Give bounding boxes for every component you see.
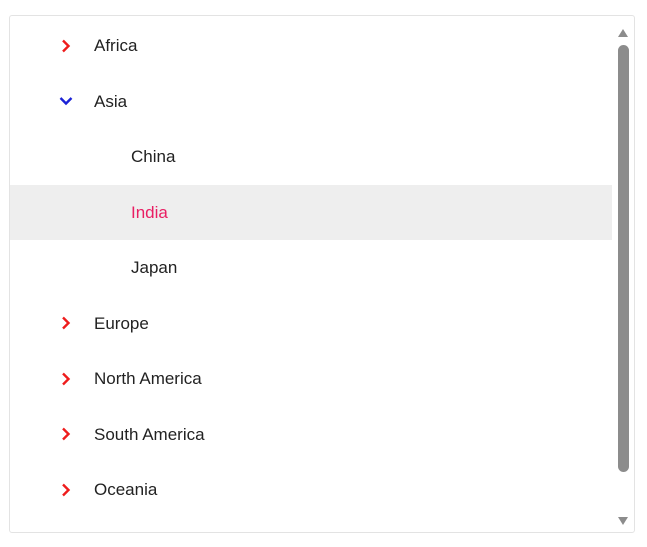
tree-node-china[interactable]: China xyxy=(10,129,612,185)
scroll-down-icon[interactable] xyxy=(617,513,629,525)
tree-node-label: North America xyxy=(94,369,202,389)
chevron-right-icon[interactable] xyxy=(58,315,74,331)
tree-node-europe[interactable]: Europe xyxy=(10,296,612,352)
tree-list: Africa Asia China India Japan Europe Nor… xyxy=(10,18,612,518)
tree-node-india[interactable]: India xyxy=(10,184,612,240)
tree-node-label: Africa xyxy=(94,36,138,56)
tree-node-label: Japan xyxy=(131,258,178,278)
tree-node-label: Europe xyxy=(94,313,149,333)
tree-node-label: Oceania xyxy=(94,480,158,500)
chevron-right-icon[interactable] xyxy=(58,371,74,387)
tree-node-label: China xyxy=(131,147,176,167)
tree-node-japan[interactable]: Japan xyxy=(10,240,612,296)
tree-node-africa[interactable]: Africa xyxy=(10,18,612,74)
tree-node-asia[interactable]: Asia xyxy=(10,74,612,130)
scroll-thumb[interactable] xyxy=(618,45,629,472)
chevron-right-icon[interactable] xyxy=(58,482,74,498)
tree-node-oceania[interactable]: Oceania xyxy=(10,462,612,518)
tree-node-label: South America xyxy=(94,424,205,444)
tree-node-south-america[interactable]: South America xyxy=(10,407,612,463)
tree-node-label: India xyxy=(131,202,168,222)
tree-node-label: Asia xyxy=(94,91,128,111)
tree-node-north-america[interactable]: North America xyxy=(10,351,612,407)
chevron-right-icon[interactable] xyxy=(58,38,74,54)
vertical-scrollbar[interactable] xyxy=(614,16,632,532)
tree-view: Africa Asia China India Japan Europe Nor… xyxy=(9,15,635,533)
chevron-down-icon[interactable] xyxy=(58,93,74,109)
chevron-right-icon[interactable] xyxy=(58,426,74,442)
scroll-up-icon[interactable] xyxy=(617,25,629,37)
